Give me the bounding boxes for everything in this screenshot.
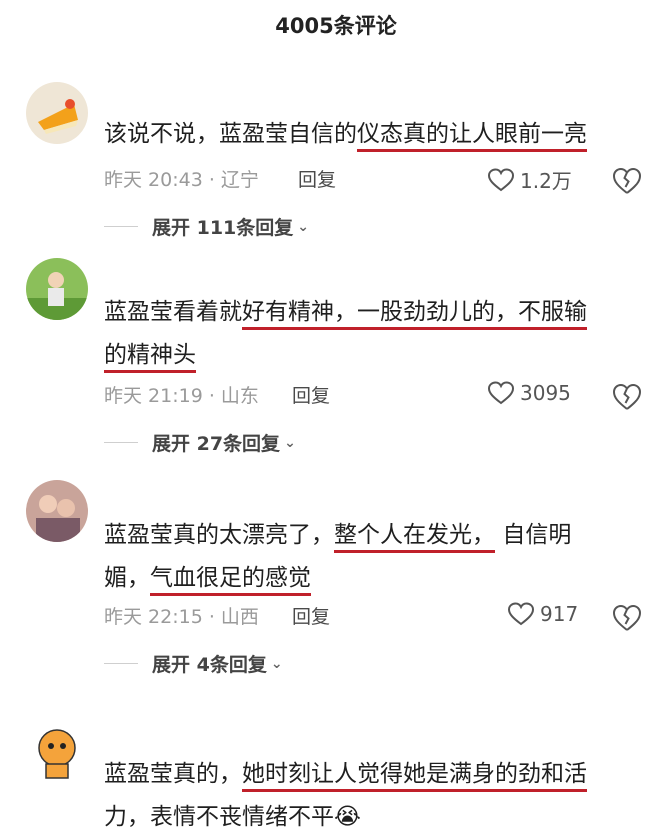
chevron-down-icon: ⌄ — [297, 218, 310, 235]
like-count: 917 — [540, 602, 579, 626]
comment-text: 该说不说，蓝盈莹自信的仪态真的让人眼前一亮 — [104, 113, 654, 156]
heart-icon — [508, 602, 534, 626]
avatar[interactable] — [26, 258, 88, 320]
comment-text: 蓝盈莹看着就好有精神，一股劲劲儿的，不服输 的精神头 — [104, 291, 654, 377]
divider — [104, 442, 138, 443]
avatar[interactable] — [26, 82, 88, 144]
chevron-down-icon: ⌄ — [270, 655, 283, 672]
chevron-down-icon: ⌄ — [284, 434, 296, 451]
expand-replies-button[interactable]: 展开 111条回复 ⌄ — [104, 213, 309, 240]
crying-emoji: 😭 — [334, 804, 361, 830]
heart-icon — [488, 167, 514, 191]
like-count: 3095 — [520, 381, 571, 405]
divider — [104, 663, 138, 664]
comment-meta: 昨天 22:15 · 山西 — [104, 606, 259, 628]
broken-heart-icon[interactable] — [612, 603, 642, 633]
reply-button[interactable]: 回复 — [292, 381, 330, 411]
comment-meta: 昨天 21:19 · 山东 — [104, 385, 259, 407]
comment-text: 蓝盈莹真的太漂亮了，整个人在发光， 自信明 媚，气血很足的感觉 — [104, 514, 654, 600]
like-count: 1.2万 — [520, 169, 572, 193]
expand-replies-button[interactable]: 展开 27条回复 ⌄ — [104, 429, 296, 456]
like-button[interactable]: 3095 — [488, 381, 571, 405]
reply-button[interactable]: 回复 — [298, 165, 336, 195]
avatar[interactable] — [26, 720, 88, 782]
comments-count-title: 4005条评论 — [275, 14, 397, 38]
broken-heart-icon[interactable] — [612, 166, 642, 196]
comment-text: 蓝盈莹真的，她时刻让人觉得她是满身的劲和活 力，表情不丧情绪不平😭 — [104, 761, 587, 830]
heart-icon — [488, 381, 514, 405]
like-button[interactable]: 917 — [508, 602, 578, 626]
expand-replies-button[interactable]: 展开 4条回复 ⌄ — [104, 650, 283, 677]
comment-meta: 昨天 20:43 · 辽宁 — [104, 169, 259, 191]
avatar[interactable] — [26, 480, 88, 542]
broken-heart-icon[interactable] — [612, 382, 642, 412]
like-button[interactable]: 1.2万 — [488, 165, 572, 194]
reply-button[interactable]: 回复 — [292, 602, 330, 632]
divider — [104, 226, 138, 227]
